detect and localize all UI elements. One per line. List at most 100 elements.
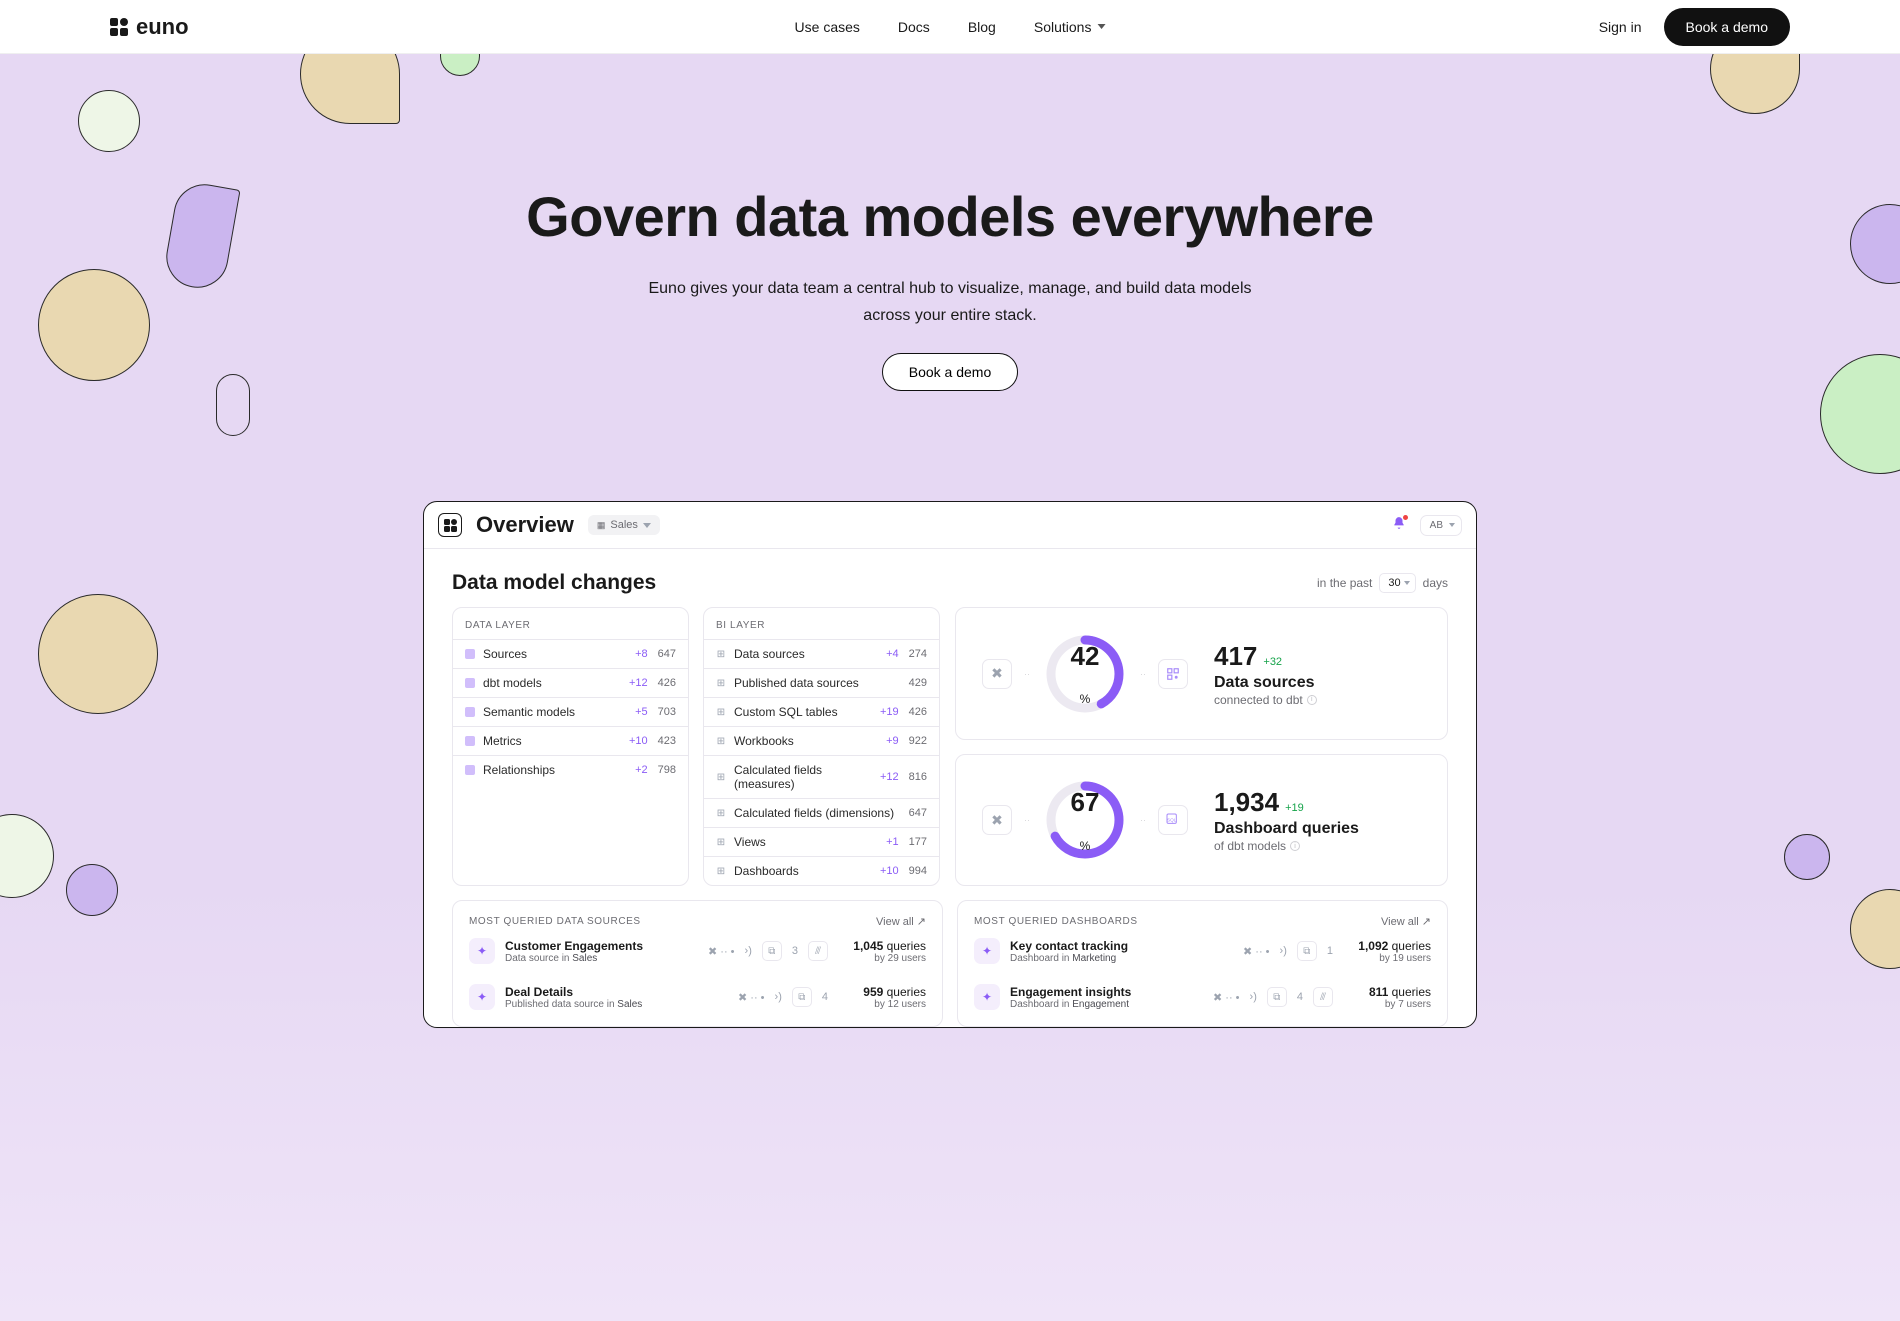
source-icon: ✦	[974, 938, 1000, 964]
decor-blob	[38, 269, 150, 381]
days-select[interactable]: 30	[1379, 573, 1415, 593]
nav-docs[interactable]: Docs	[898, 19, 930, 35]
join-icon: ··	[1024, 815, 1030, 825]
list-row[interactable]: Semantic models+5703	[453, 697, 688, 726]
row-delta: +19	[880, 706, 899, 718]
list-row[interactable]: Metrics+10423	[453, 726, 688, 755]
hero-book-demo-button[interactable]: Book a demo	[882, 353, 1019, 391]
list-row[interactable]: ⊞Data sources+4274	[704, 639, 939, 668]
row-label: Custom SQL tables	[734, 705, 880, 719]
row-label: Published data sources	[734, 676, 899, 690]
list-row[interactable]: ⊞Custom SQL tables+19426	[704, 697, 939, 726]
row-delta: +9	[886, 735, 899, 747]
queried-row[interactable]: ✦Engagement insightsDashboard in Engagem…	[974, 974, 1431, 1020]
info-icon[interactable]: i	[1307, 695, 1317, 705]
view-all-link[interactable]: View all ↗	[876, 915, 926, 928]
nav-use-cases[interactable]: Use cases	[795, 19, 860, 35]
nav-book-demo-button[interactable]: Book a demo	[1664, 8, 1791, 46]
row-label: dbt models	[483, 676, 629, 690]
row-tools: ✖ ·· •›)⧉1	[1243, 941, 1333, 961]
list-row[interactable]: ⊞Views+1177	[704, 827, 939, 856]
chevron-down-icon	[1097, 24, 1105, 29]
row-total: 647	[658, 648, 676, 660]
nav-blog[interactable]: Blog	[968, 19, 996, 35]
app-logo-icon[interactable]	[438, 513, 462, 537]
section-title: Data model changes	[452, 571, 656, 595]
layer-icon	[465, 765, 475, 775]
info-icon[interactable]: i	[1290, 841, 1300, 851]
decor-blob	[0, 814, 54, 898]
row-total: 816	[909, 771, 927, 783]
nav-sign-in[interactable]: Sign in	[1599, 19, 1642, 35]
hero-title: Govern data models everywhere	[0, 54, 1900, 249]
row-total: 426	[909, 706, 927, 718]
top-nav: Use cases Docs Blog Solutions	[795, 19, 1106, 35]
avatar-menu[interactable]: AB	[1420, 515, 1462, 536]
row-total: 922	[909, 735, 927, 747]
time-range: in the past 30 days	[1317, 573, 1448, 593]
list-row[interactable]: ⊞ Published data sources 429	[704, 668, 939, 697]
row-delta: +12	[880, 771, 899, 783]
brand-logo[interactable]: euno	[110, 14, 189, 40]
most-queried-dashboards: MOST QUERIED DASHBOARDS View all ↗ ✦Key …	[957, 900, 1448, 1027]
copy-icon: ⧉	[1267, 987, 1287, 1007]
row-delta: +12	[629, 677, 648, 689]
copy-icon: ⧉	[792, 987, 812, 1007]
stat-text: 1,934+19Dashboard queriesof dbt models i	[1214, 787, 1359, 853]
row-total: 703	[658, 706, 676, 718]
bi-layer-panel: BI LAYER ⊞Data sources+4274⊞Published da…	[703, 607, 940, 886]
decor-blob	[78, 90, 140, 152]
queried-row[interactable]: ✦Deal DetailsPublished data source in Sa…	[469, 974, 926, 1020]
hero-subtitle: Euno gives your data team a central hub …	[640, 275, 1260, 329]
list-row[interactable]: Relationships+2798	[453, 755, 688, 784]
layer-icon	[465, 736, 475, 746]
queried-row[interactable]: ✦Key contact trackingDashboard in Market…	[974, 928, 1431, 974]
row-label: Dashboards	[734, 864, 880, 878]
list-row[interactable]: dbt models+12426	[453, 668, 688, 697]
list-row[interactable]: ⊞Workbooks+9922	[704, 726, 939, 755]
stat-dashboard-queries: ✖··67%··SQL1,934+19Dashboard queriesof d…	[955, 754, 1448, 887]
row-tools: ✖ ·· •›)⧉3⫻	[708, 941, 828, 961]
row-label: Relationships	[483, 763, 635, 777]
layer-icon: ⊞	[716, 866, 726, 876]
list-row[interactable]: ⊞Calculated fields (dimensions)647	[704, 798, 939, 827]
workspace-chip[interactable]: ▦ Sales	[588, 515, 660, 535]
list-row[interactable]: ⊞ Dashboards+10 994	[704, 856, 939, 885]
list-row[interactable]: Sources+8647	[453, 639, 688, 668]
row-label: Metrics	[483, 734, 629, 748]
bell-icon[interactable]	[1392, 516, 1406, 534]
source-icon: ✦	[469, 938, 495, 964]
layer-icon: ⊞	[716, 808, 726, 818]
close-icon: ✖	[982, 805, 1012, 835]
row-label: Views	[734, 835, 886, 849]
panel-label: DATA LAYER	[453, 608, 688, 639]
join-icon: ··	[1140, 669, 1146, 679]
layer-icon: ⊞	[716, 678, 726, 688]
layer-icon	[465, 678, 475, 688]
row-delta: +10	[880, 865, 899, 877]
layer-icon	[465, 707, 475, 717]
stat-data-sources: ✖··42%··417+32Data sourcesconnected to d…	[955, 607, 1448, 740]
row-total: 647	[909, 807, 927, 819]
row-total: 994	[909, 865, 927, 877]
app-title: Overview	[476, 512, 574, 538]
queried-row[interactable]: ✦Customer EngagementsData source in Sale…	[469, 928, 926, 974]
panel-label: BI LAYER	[704, 608, 939, 639]
decor-blob	[1850, 889, 1900, 969]
row-total: 177	[909, 836, 927, 848]
layer-icon: ⊞	[716, 837, 726, 847]
row-label: Sources	[483, 647, 635, 661]
brand-name: euno	[136, 14, 189, 40]
layer-icon: ⊞	[716, 649, 726, 659]
row-delta: +10	[629, 735, 648, 747]
row-total: 429	[909, 677, 927, 689]
view-all-link[interactable]: View all ↗	[1381, 915, 1431, 928]
data-layer-panel: DATA LAYER Sources+8647dbt models+12426S…	[452, 607, 689, 886]
join-icon: ··	[1024, 669, 1030, 679]
list-row[interactable]: ⊞Calculated fields (measures)+12816	[704, 755, 939, 798]
nav-solutions[interactable]: Solutions	[1034, 19, 1106, 35]
decor-blob	[38, 594, 158, 714]
donut-gauge: 67%	[1042, 777, 1128, 863]
row-label: Calculated fields (measures)	[734, 763, 880, 791]
decor-blob	[66, 864, 118, 916]
